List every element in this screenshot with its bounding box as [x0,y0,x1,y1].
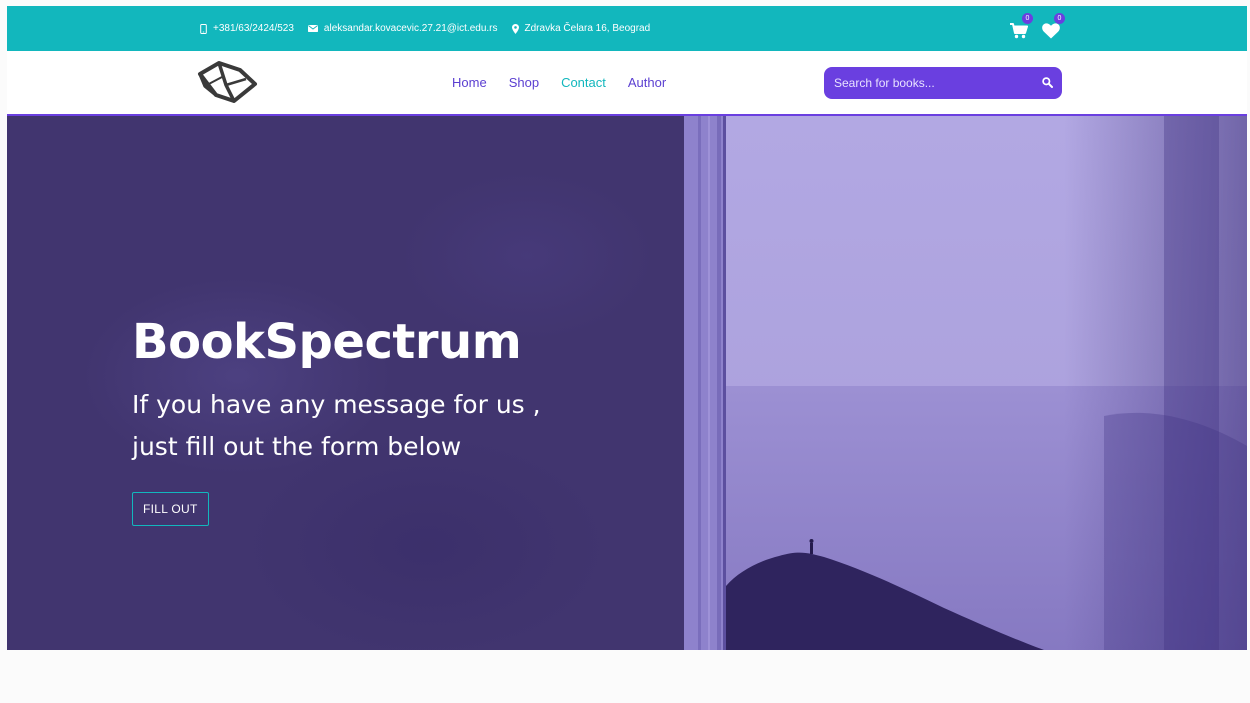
phone-icon [200,23,207,34]
contact-address: Zdravka Čelara 16, Beograd [511,23,651,34]
mail-icon [307,25,318,32]
email-text[interactable]: aleksandar.kovacevic.27.21@ict.edu.rs [324,23,498,34]
hero-landscape-image [684,116,1247,650]
hero-subtitle-line-2: just fill out the form below [132,432,462,461]
contact-email: aleksandar.kovacevic.27.21@ict.edu.rs [307,23,498,34]
nav-author[interactable]: Author [628,75,666,90]
nav-contact[interactable]: Contact [561,75,606,90]
fill-out-button[interactable]: FILL OUT [132,492,209,526]
address-text: Zdravka Čelara 16, Beograd [524,23,651,34]
cart-count-badge: 0 [1022,13,1033,24]
hero-subtitle-line-1: If you have any message for us , [132,390,541,419]
contact-info: +381/63/2424/523 aleksandar.kovacevic.27… [200,6,650,51]
book-logo-icon [196,61,258,111]
search-icon [1042,75,1053,92]
nav-shop[interactable]: Shop [509,75,539,90]
hero-title: BookSpectrum [132,314,522,370]
top-contact-bar: +381/63/2424/523 aleksandar.kovacevic.27… [7,6,1247,51]
hero-content: BookSpectrum If you have any message for… [132,314,541,526]
cart-button[interactable]: 0 [1010,12,1033,42]
location-icon [511,23,519,34]
hero-section: BookSpectrum If you have any message for… [7,116,1247,650]
wishlist-count-badge: 0 [1054,13,1065,24]
contact-phone: +381/63/2424/523 [200,23,294,34]
main-nav: Home Shop Contact Author [452,51,666,114]
nav-home[interactable]: Home [452,75,487,90]
hero-subtitle: If you have any message for us , just fi… [132,384,541,468]
wishlist-button[interactable]: 0 [1042,12,1065,42]
main-header: Home Shop Contact Author [7,51,1247,116]
topbar-icons: 0 0 [1010,12,1065,42]
search-input[interactable] [824,76,1024,90]
page: +381/63/2424/523 aleksandar.kovacevic.27… [0,0,1250,703]
phone-text[interactable]: +381/63/2424/523 [213,23,294,34]
search-button[interactable] [1042,75,1053,93]
search-bar [824,67,1062,99]
site-logo[interactable] [196,57,258,112]
